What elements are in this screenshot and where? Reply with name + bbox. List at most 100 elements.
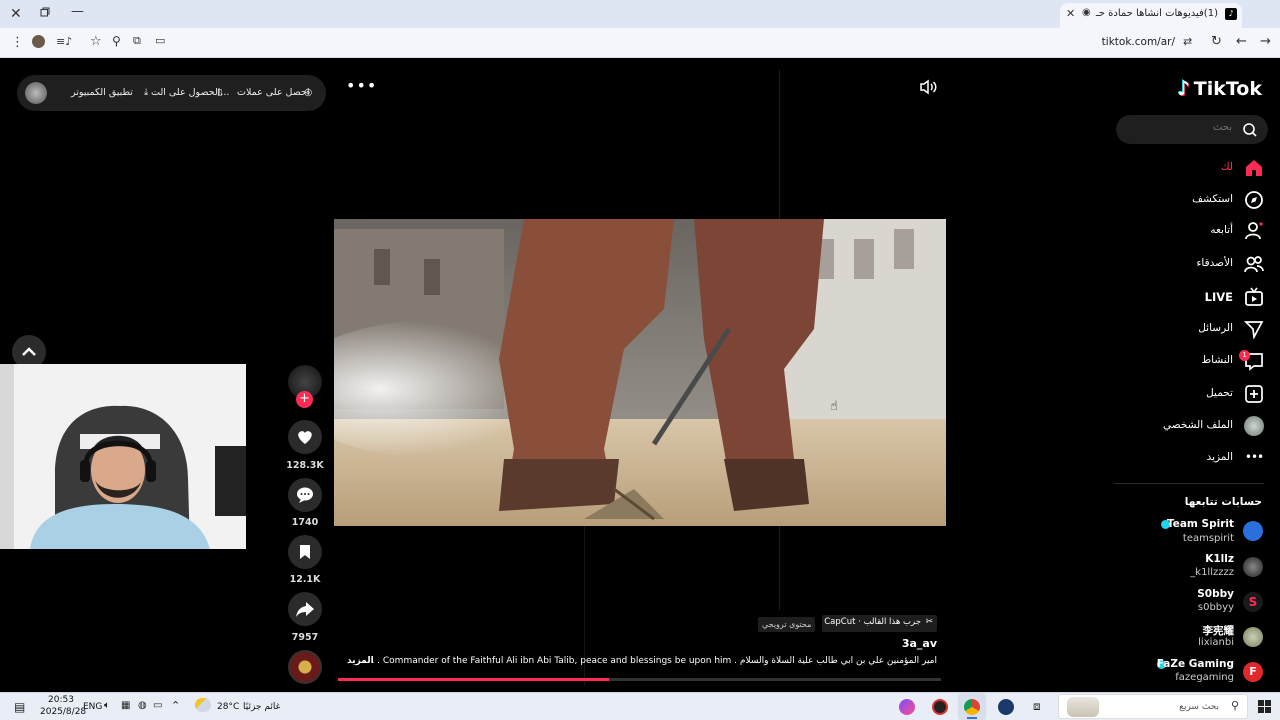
like-button[interactable] <box>288 420 322 454</box>
get-coins-button[interactable]: احصل على عملات <box>237 87 310 98</box>
mic-tray-icon[interactable]: ◍ <box>138 700 147 711</box>
translate-icon[interactable]: ⧉ <box>133 35 141 46</box>
clock-date[interactable]: 2025/8/28 <box>40 707 86 717</box>
account-name: FaZe Gaming <box>1156 658 1234 670</box>
account-name: K1llz <box>1205 553 1234 565</box>
save-button[interactable] <box>288 535 322 569</box>
video-author[interactable]: 3a_av <box>880 637 937 650</box>
weather-text[interactable]: غائم جزئيًا <box>243 702 280 712</box>
video-caption: أمير المؤمنين علي بن أبي طالب علية السلا… <box>372 656 937 666</box>
account-handle: _k1llzzzz <box>1190 567 1234 578</box>
bookmark-icon <box>300 545 310 559</box>
tray-overflow-icon[interactable]: ⌃ <box>171 699 180 712</box>
comment-button[interactable] <box>288 478 322 512</box>
capcut-icon: ✂ <box>925 617 933 627</box>
language-indicator[interactable]: ENG <box>83 702 102 712</box>
browser-tab-bar: ✕ — + ✕ ◉ (1)فيديوهات أنشأها حمادة حـ ♪ <box>0 0 1280 28</box>
video-player[interactable] <box>334 219 946 526</box>
weather-temp[interactable]: 28°C <box>217 702 239 712</box>
reload-icon[interactable]: ↻ <box>1211 35 1222 48</box>
windows-start-icon[interactable] <box>1258 700 1271 713</box>
forward-icon[interactable]: → <box>1260 35 1271 48</box>
bird-decoration-icon <box>1067 697 1099 717</box>
account-handle: teamspirit <box>1182 533 1234 544</box>
windows-taskbar: ▤ 20:53 2025/8/28 ENG 🔈︎ ▦ ◍ ▭ ⌃ 28°C غا… <box>0 692 1280 720</box>
nav-label-profile: الملف الشخصي <box>1163 419 1233 431</box>
nav-label-friends: الأصدقاء <box>1196 257 1234 269</box>
clock-time[interactable]: 20:53 <box>48 695 74 705</box>
network-tray-icon[interactable]: ▦ <box>121 700 130 711</box>
minimize-window-icon[interactable]: — <box>71 5 84 18</box>
like-count: 128.3K <box>286 460 324 471</box>
capcut-label: CapCut · جرب هذا القالب <box>824 617 921 627</box>
account-avatar <box>1243 521 1263 541</box>
taskbar-search-input[interactable]: بحث سريع <box>1179 702 1219 712</box>
capcut-template-badge[interactable]: CapCut · جرب هذا القالب ✂ <box>822 615 937 632</box>
account-avatar <box>1243 557 1263 577</box>
zoom-icon[interactable]: ⚲ <box>112 35 121 47</box>
share-button[interactable] <box>288 592 322 626</box>
tab-title: (1)فيديوهات أنشأها حمادة حـ <box>1095 8 1218 19</box>
home-icon <box>1246 160 1262 176</box>
video-progress-track[interactable] <box>338 678 941 681</box>
menu-dots-icon[interactable]: ⋮ <box>11 36 24 49</box>
cast-icon[interactable]: ▭ <box>155 35 165 46</box>
account-avatar <box>1243 627 1263 647</box>
save-count: 12.1K <box>289 574 321 585</box>
account-avatar: F <box>1243 662 1263 682</box>
browser-tab-active[interactable]: ✕ ◉ (1)فيديوهات أنشأها حمادة حـ ♪ <box>1060 3 1242 28</box>
messenger-app-icon[interactable] <box>899 699 915 715</box>
follow-plus-button[interactable]: + <box>296 391 313 408</box>
restore-window-icon[interactable] <box>40 7 50 20</box>
profile-avatar-icon[interactable] <box>32 35 45 48</box>
tiktok-favicon: ♪ <box>1225 8 1237 20</box>
tiktok-page: تطبيق الكمبيوتر ⤓ الحصول على الت... ▯ اح… <box>0 58 1280 692</box>
sidebar-divider <box>1114 483 1264 484</box>
desktop-app-button[interactable]: تطبيق الكمبيوتر <box>71 87 133 98</box>
obs-app-icon[interactable] <box>932 699 948 715</box>
live-tv-icon <box>1245 287 1263 306</box>
nav-label-live: LIVE <box>1204 290 1233 304</box>
compass-icon <box>1245 191 1263 209</box>
friends-icon <box>1244 256 1264 273</box>
music-disc-icon[interactable] <box>288 650 322 684</box>
video-progress-fill <box>338 678 610 681</box>
taskbar-search-box[interactable]: بحث سريع ⚲ <box>1058 694 1248 719</box>
search-box[interactable]: بحث <box>1116 115 1268 144</box>
phone-icon: ▯ <box>217 87 223 98</box>
account-avatar: S <box>1243 592 1263 612</box>
volume-tray-icon[interactable]: 🔈︎ <box>104 700 110 711</box>
notification-icon[interactable]: ▤ <box>14 700 25 714</box>
back-icon[interactable]: ← <box>1236 35 1247 48</box>
user-avatar[interactable] <box>25 82 47 104</box>
nav-label-following: أتابعه <box>1210 224 1233 236</box>
account-handle: lixianbi <box>1198 637 1234 648</box>
bookmark-star-icon[interactable]: ☆ <box>90 35 102 48</box>
nav-label-explore: استكشف <box>1192 193 1233 205</box>
tray-icon[interactable]: ▭ <box>153 700 162 711</box>
chrome-app-icon[interactable] <box>958 693 986 720</box>
video-more-icon[interactable]: ••• <box>346 76 377 95</box>
search-icon[interactable] <box>1242 122 1258 138</box>
media-control-icon[interactable]: ≡♪ <box>56 36 72 47</box>
close-window-icon[interactable]: ✕ <box>10 7 22 21</box>
chrome-logo <box>964 699 980 715</box>
steam-app-icon[interactable] <box>998 699 1014 715</box>
volume-icon[interactable] <box>919 79 937 99</box>
user-check-icon <box>1245 222 1263 240</box>
nav-label-activity: النشاط <box>1201 354 1233 366</box>
webcam-overlay <box>0 364 246 549</box>
video-frame-image <box>334 219 946 526</box>
weather-icon <box>195 698 211 712</box>
coin-icon: ◎ <box>304 87 313 98</box>
site-settings-icon[interactable]: ⇄ <box>1183 36 1192 47</box>
share-count: 7957 <box>291 632 319 643</box>
profile-avatar <box>1244 416 1264 436</box>
task-view-icon[interactable]: ⧈ <box>1033 699 1041 714</box>
account-handle: s0bbyy <box>1197 602 1234 613</box>
share-icon <box>296 602 314 617</box>
search-input[interactable]: بحث <box>1213 122 1232 133</box>
tab-close-icon[interactable]: ✕ <box>1066 8 1075 19</box>
caption-more-link[interactable]: المزيد <box>347 656 374 666</box>
address-bar[interactable]: tiktok.com/ar/ <box>1102 36 1175 48</box>
